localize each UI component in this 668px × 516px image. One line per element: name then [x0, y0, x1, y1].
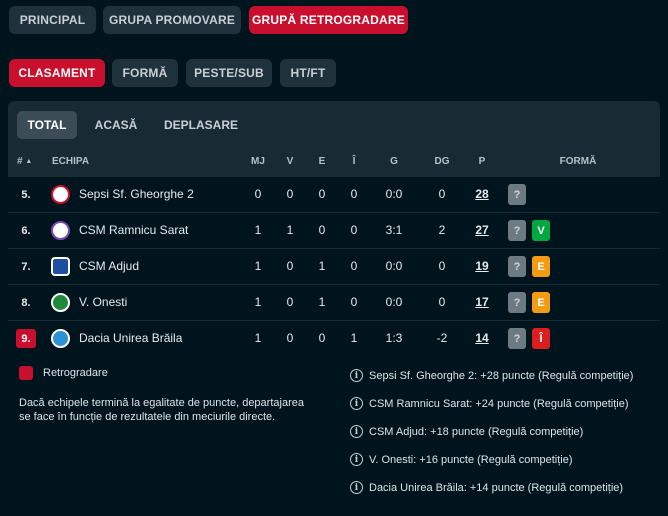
stat-g: 0:0 [385, 187, 403, 201]
info-icon: i [350, 453, 363, 466]
stat-dg: 0 [438, 187, 446, 201]
stat-dg: 0 [438, 259, 446, 273]
stat-e: 0 [318, 223, 326, 237]
dacia-crest-icon [51, 329, 70, 348]
rank-cell: 9. [16, 329, 36, 348]
stat-mj: 1 [254, 223, 262, 237]
tab-deplasare[interactable]: DEPLASARE [156, 111, 246, 139]
stat-g: 0:0 [385, 259, 403, 273]
tab-grupa-retrogradare[interactable]: GRUPĂ RETROGRADARE [249, 6, 408, 34]
header-i: Î [352, 156, 356, 167]
form-result-badge[interactable]: E [532, 292, 550, 313]
rank-cell: 6. [21, 224, 31, 237]
team-name-link[interactable]: Dacia Unirea Brăila [79, 321, 182, 356]
rank-cell: 5. [21, 188, 31, 201]
relegation-color-box [19, 366, 33, 380]
form-next-match-badge[interactable]: ? [508, 220, 526, 241]
stat-g: 3:1 [385, 223, 403, 237]
header-g: G [390, 156, 398, 167]
relegation-label: Retrogradare [43, 367, 108, 379]
table-row[interactable]: 7. CSM Adjud 1 0 1 0 0:0 0 19? E [8, 248, 660, 284]
points-note: i V. Onesti: +16 puncte (Regulă competiți… [350, 453, 573, 466]
table-row[interactable]: 6. CSM Ramnicu Sarat 1 1 0 0 3:1 2 27? V [8, 212, 660, 248]
points-link[interactable]: 27 [475, 213, 488, 248]
info-icon: i [350, 425, 363, 438]
form-result-badge[interactable]: V [532, 220, 550, 241]
points-link[interactable]: 17 [475, 285, 488, 320]
stat-mj: 0 [254, 187, 262, 201]
tab-ht-ft[interactable]: HT/FT [280, 59, 336, 87]
points-note: i Sepsi Sf. Gheorghe 2: +28 puncte (Regul… [350, 369, 633, 382]
form-result-badge[interactable]: E [532, 256, 550, 277]
form-next-match-badge[interactable]: ? [508, 292, 526, 313]
form-result-badge[interactable]: Î [532, 328, 550, 349]
tab-principal[interactable]: PRINCIPAL [9, 6, 96, 34]
table-row[interactable]: 9. Dacia Unirea Brăila 1 0 0 1 1:3 -2 14? Î [8, 320, 660, 356]
points-link[interactable]: 19 [475, 249, 488, 284]
team-name-link[interactable]: Sepsi Sf. Gheorghe 2 [79, 177, 194, 212]
tab-forma[interactable]: FORMĂ [112, 59, 178, 87]
sepsi-crest-icon [51, 185, 70, 204]
stat-dg: 2 [438, 223, 446, 237]
header-forma: FORMĂ [559, 156, 597, 167]
info-icon: i [350, 369, 363, 382]
stat-e: 1 [318, 295, 326, 309]
points-link[interactable]: 14 [475, 321, 488, 356]
points-link[interactable]: 28 [475, 177, 488, 212]
header-mj: MJ [251, 156, 265, 167]
stat-i: 0 [350, 295, 358, 309]
stat-mj: 1 [254, 331, 262, 345]
stat-e: 1 [318, 259, 326, 273]
stat-i: 0 [350, 187, 358, 201]
header-p: P [478, 156, 486, 167]
header-e: E [318, 156, 326, 167]
table-row[interactable]: 5. Sepsi Sf. Gheorghe 2 0 0 0 0 0:0 0 28? [8, 176, 660, 212]
csm-ramnicu-crest-icon [51, 221, 70, 240]
stat-v: 1 [286, 223, 294, 237]
csm-adjud-crest-icon [51, 257, 70, 276]
tab-total[interactable]: TOTAL [17, 111, 77, 139]
rank-cell: 7. [21, 260, 31, 273]
tab-acasa[interactable]: ACASĂ [86, 111, 146, 139]
info-icon: i [350, 481, 363, 494]
stat-dg: 0 [438, 295, 446, 309]
tiebreak-note-line2: se face în funcție de rezultatele din me… [19, 411, 276, 423]
points-note: i CSM Adjud: +18 puncte (Regulă competiți… [350, 425, 583, 438]
stat-i: 0 [350, 259, 358, 273]
stat-e: 0 [318, 187, 326, 201]
stat-dg: -2 [436, 331, 448, 345]
form-next-match-badge[interactable]: ? [508, 256, 526, 277]
stat-mj: 1 [254, 259, 262, 273]
header-team: ECHIPA [52, 156, 90, 167]
tab-clasament[interactable]: CLASAMENT [9, 59, 105, 87]
stat-i: 0 [350, 223, 358, 237]
team-name-link[interactable]: CSM Ramnicu Sarat [79, 213, 188, 248]
onesti-crest-icon [51, 293, 70, 312]
rank-cell: 8. [21, 296, 31, 309]
points-note: i CSM Ramnicu Sarat: +24 puncte (Regulă c… [350, 397, 629, 410]
stat-g: 0:0 [385, 295, 403, 309]
tab-peste-sub[interactable]: PESTE/SUB [186, 59, 272, 87]
form-next-match-badge[interactable]: ? [508, 328, 526, 349]
team-name-link[interactable]: CSM Adjud [79, 249, 139, 284]
tab-grupa-promovare[interactable]: GRUPA PROMOVARE [103, 6, 241, 34]
stat-e: 0 [318, 331, 326, 345]
tiebreak-note-line1: Dacă echipele termină la egalitate de pu… [19, 397, 304, 409]
table-row[interactable]: 8. V. Onesti 1 0 1 0 0:0 0 17? E [8, 284, 660, 320]
stat-v: 0 [286, 259, 294, 273]
header-rank[interactable]: # ▲ [17, 156, 32, 167]
info-icon: i [350, 397, 363, 410]
sort-arrow-icon: ▲ [25, 157, 33, 165]
points-note: i Dacia Unirea Brăila: +14 puncte (Regulă… [350, 481, 623, 494]
stat-i: 1 [350, 331, 358, 345]
stat-mj: 1 [254, 295, 262, 309]
team-name-link[interactable]: V. Onesti [79, 285, 127, 320]
stat-v: 0 [286, 295, 294, 309]
stat-v: 0 [286, 331, 294, 345]
stat-v: 0 [286, 187, 294, 201]
stat-g: 1:3 [385, 331, 403, 345]
form-next-match-badge[interactable]: ? [508, 184, 526, 205]
header-dg: DG [434, 156, 450, 167]
header-v: V [286, 156, 294, 167]
